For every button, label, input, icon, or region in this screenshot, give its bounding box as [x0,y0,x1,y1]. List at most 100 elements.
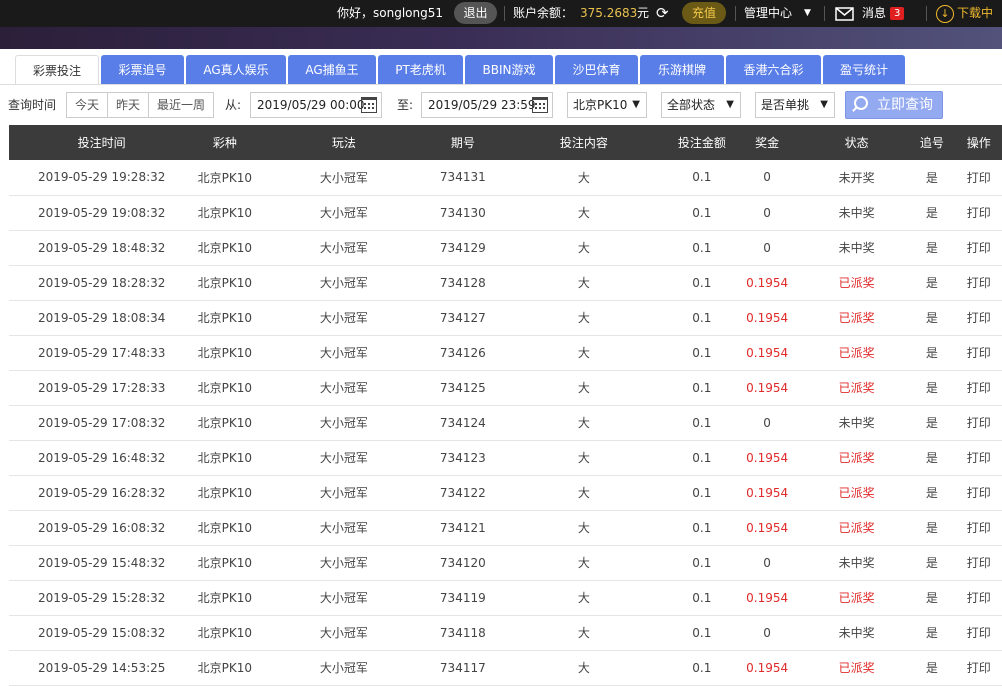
content-cell: 大 [493,195,675,231]
table-row: 2019-05-29 17:28:33 北京PK10 大小冠军 734125 大 0.1 0… [9,370,1002,406]
calendar-icon[interactable] [532,97,548,113]
from-date-input[interactable]: 2019/05/29 00:00 [250,92,382,118]
chevron-down-icon: ▼ [632,99,640,110]
prize-cell: 0 [729,615,806,651]
print-link[interactable]: 打印 [955,300,1002,336]
tab-pt-slots[interactable]: PT老虎机 [378,55,463,85]
tab-hk-marksix[interactable]: 香港六合彩 [726,55,821,85]
prize-cell: 0.1954 [729,440,806,476]
refresh-icon[interactable]: ⟳ [656,0,669,27]
amount-cell: 0.1 [674,265,730,301]
print-link[interactable]: 打印 [955,475,1002,511]
status-cell: 已派奖 [805,580,909,616]
status-cell: 已派奖 [805,440,909,476]
print-link[interactable]: 打印 [955,545,1002,581]
recharge-button[interactable]: 充值 [682,2,726,24]
tab-saba-sports[interactable]: 沙巴体育 [555,55,638,85]
issue-cell: 734130 [432,195,494,231]
print-link[interactable]: 打印 [955,510,1002,546]
to-label: 至: [397,98,414,112]
admin-center-link[interactable]: 管理中心 [744,0,792,27]
print-link[interactable]: 打印 [955,265,1002,301]
lottery-select[interactable]: 北京PK10 ▼ [567,92,647,118]
tab-ag-live[interactable]: AG真人娱乐 [186,55,286,85]
table-row: 2019-05-29 16:08:32 北京PK10 大小冠军 734121 大 0.1 0… [9,510,1002,546]
col-content: 投注内容 [493,125,675,160]
tab-bbin-games[interactable]: BBIN游戏 [465,55,553,85]
print-link[interactable]: 打印 [955,230,1002,266]
prize-cell: 0 [729,230,806,266]
tab-lottery-chase[interactable]: 彩票追号 [101,55,184,85]
issue-cell: 734123 [432,440,494,476]
tab-leyou-chess[interactable]: 乐游棋牌 [640,55,724,85]
print-link[interactable]: 打印 [955,580,1002,616]
print-link[interactable]: 打印 [955,195,1002,231]
top-bar: 你好，songlong51 退出 账户余额： 375.2683 元 ⟳ 充值 管… [0,0,1002,27]
chase-cell: 是 [908,545,956,581]
print-link[interactable]: 打印 [955,440,1002,476]
chevron-down-icon: ▼ [726,99,734,110]
lottery-cell: 北京PK10 [194,230,256,266]
print-link[interactable]: 打印 [955,370,1002,406]
chevron-down-icon: ▼ [820,99,828,110]
col-status: 状态 [805,125,909,160]
lottery-cell: 北京PK10 [194,370,256,406]
print-link[interactable]: 打印 [955,335,1002,371]
status-cell: 已派奖 [805,335,909,371]
play-cell: 大小冠军 [255,160,433,196]
amount-cell: 0.1 [674,580,730,616]
query-button[interactable]: 立即查询 [845,91,943,119]
bet-time-cell: 2019-05-29 17:28:33 [9,370,195,406]
print-link[interactable]: 打印 [955,160,1002,196]
chevron-down-icon[interactable]: ▼ [804,0,811,27]
quick-yesterday-button[interactable]: 昨天 [108,93,150,117]
single-select[interactable]: 是否单挑 ▼ [755,92,835,118]
prize-cell: 0.1954 [729,580,806,616]
status-select[interactable]: 全部状态 ▼ [661,92,741,118]
issue-cell: 734124 [432,405,494,441]
status-cell: 已派奖 [805,300,909,336]
mail-icon[interactable] [835,0,854,27]
prize-cell: 0.1954 [729,370,806,406]
bet-time-cell: 2019-05-29 17:08:32 [9,405,195,441]
to-date-input[interactable]: 2019/05/29 23:59 [421,92,553,118]
tab-divider [0,84,1002,85]
quick-today-button[interactable]: 今天 [67,93,109,117]
play-cell: 大小冠军 [255,405,433,441]
balance-label: 账户余额： [513,6,574,20]
messages-link[interactable]: 消息 3 [862,0,905,27]
divider [504,6,505,21]
bet-time-cell: 2019-05-29 15:28:32 [9,580,195,616]
table-row: 2019-05-29 14:53:25 北京PK10 大小冠军 734117 大 0.1 0… [9,650,1002,686]
download-link[interactable]: ↓ 下载中 [936,0,993,27]
table-row: 2019-05-29 16:28:32 北京PK10 大小冠军 734122 大 0.1 0… [9,475,1002,511]
issue-cell: 734129 [432,230,494,266]
messages-badge: 3 [890,7,905,20]
issue-cell: 734122 [432,475,494,511]
tab-lottery-bet[interactable]: 彩票投注 [15,55,99,85]
print-link[interactable]: 打印 [955,405,1002,441]
calendar-icon[interactable] [361,97,377,113]
print-link[interactable]: 打印 [955,650,1002,686]
chase-cell: 是 [908,615,956,651]
amount-cell: 0.1 [674,650,730,686]
chase-cell: 是 [908,440,956,476]
from-date-value: 2019/05/29 00:00 [257,98,365,112]
status-cell: 未中奖 [805,195,909,231]
bet-time-cell: 2019-05-29 18:48:32 [9,230,195,266]
chase-cell: 是 [908,230,956,266]
table-row: 2019-05-29 16:48:32 北京PK10 大小冠军 734123 大 0.1 0… [9,440,1002,476]
issue-cell: 734121 [432,510,494,546]
quick-week-button[interactable]: 最近一周 [149,93,213,117]
play-cell: 大小冠军 [255,475,433,511]
table-row: 2019-05-29 15:48:32 北京PK10 大小冠军 734120 大 0.1 0… [9,545,1002,581]
lottery-cell: 北京PK10 [194,335,256,371]
tab-ag-fishing[interactable]: AG捕鱼王 [288,55,376,85]
print-link[interactable]: 打印 [955,615,1002,651]
col-prize: 奖金 [729,125,806,160]
status-select-value: 全部状态 [667,98,716,112]
tab-profit-stats[interactable]: 盈亏统计 [823,55,905,85]
content-cell: 大 [493,475,675,511]
logout-button[interactable]: 退出 [454,2,497,24]
content-cell: 大 [493,440,675,476]
